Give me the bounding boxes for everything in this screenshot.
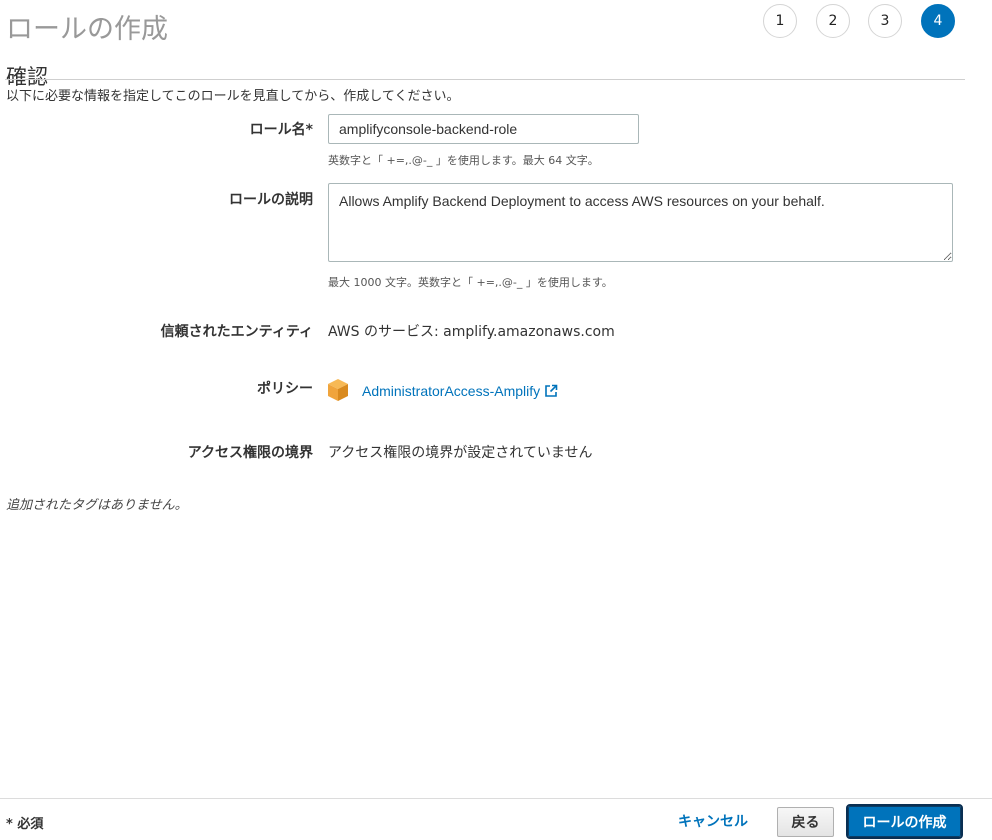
no-tags-text: 追加されたタグはありません。	[6, 498, 188, 513]
intro-text: 以下に必要な情報を指定してこのロールを見直してから、作成してください。	[6, 89, 460, 104]
page-title: ロールの作成	[6, 14, 168, 46]
trusted-entity-label: 信頼されたエンティティ	[160, 324, 313, 340]
cancel-button[interactable]: キャンセル	[678, 811, 748, 831]
permissions-boundary-value: アクセス権限の境界が設定されていません	[328, 445, 593, 461]
step-3[interactable]: 3	[868, 4, 902, 38]
role-description-label: ロールの説明	[229, 192, 313, 208]
role-description-textarea[interactable]: Allows Amplify Backend Deployment to acc…	[328, 183, 953, 262]
permissions-boundary-label: アクセス権限の境界	[187, 445, 313, 461]
policy-link[interactable]: AdministratorAccess-Amplify	[362, 382, 558, 400]
external-link-icon[interactable]	[544, 384, 558, 398]
role-description-hint: 最大 1000 文字。英数字と「 +=,.@-_ 」を使用します。	[328, 276, 613, 289]
role-name-hint: 英数字と「 +=,.@-_ 」を使用します。最大 64 文字。	[328, 154, 599, 167]
footer-divider	[0, 798, 992, 799]
back-button[interactable]: 戻る	[777, 807, 834, 837]
section-divider	[5, 79, 965, 80]
step-2[interactable]: 2	[816, 4, 850, 38]
role-name-label: ロール名*	[249, 122, 313, 138]
aws-managed-policy-cube-icon	[328, 379, 348, 401]
policy-label: ポリシー	[257, 381, 313, 397]
policy-link-text[interactable]: AdministratorAccess-Amplify	[362, 383, 540, 399]
create-role-button[interactable]: ロールの作成	[846, 804, 963, 839]
trusted-entity-value: AWS のサービス: amplify.amazonaws.com	[328, 324, 615, 340]
required-note: * 必須	[6, 817, 44, 832]
step-1[interactable]: 1	[763, 4, 797, 38]
step-4-current: 4	[921, 4, 955, 38]
role-name-input[interactable]	[328, 114, 639, 144]
